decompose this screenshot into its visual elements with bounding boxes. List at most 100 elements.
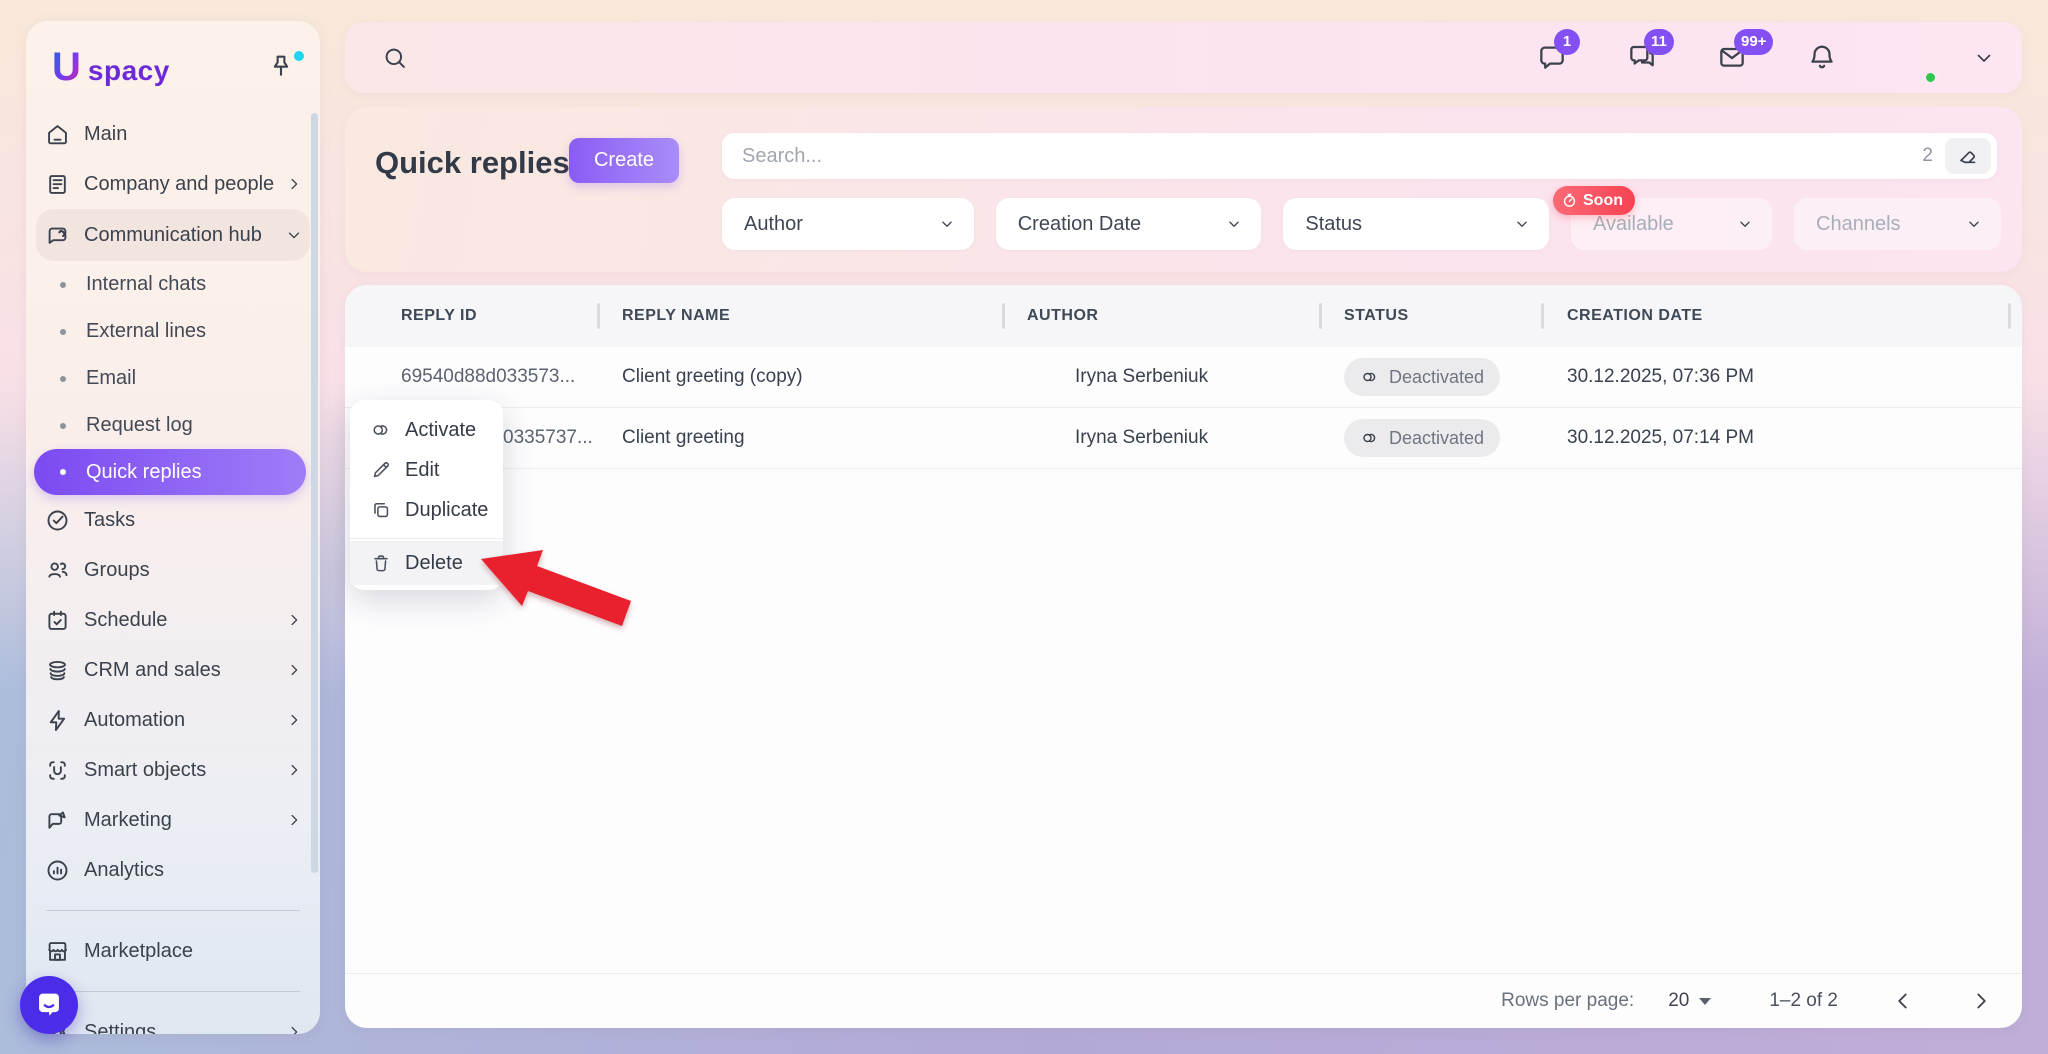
topbar: 1 11 99+ [345, 22, 2022, 93]
chevron-down-icon [938, 215, 956, 233]
bullet-icon [60, 376, 66, 382]
sidebar-item-label: External lines [86, 320, 206, 343]
quick-replies-header: Quick replies Create 2 Author Creation D… [345, 107, 2022, 272]
sidebar-item-analytics[interactable]: Analytics [26, 845, 320, 895]
filter-creation-date[interactable]: Creation Date [996, 198, 1262, 250]
creation-date-cell: 30.12.2025, 07:14 PM [1541, 427, 2018, 449]
author-avatar [1027, 420, 1063, 456]
uspacy-logo[interactable]: U spacy [52, 49, 300, 87]
sidebar-item-label: Internal chats [86, 273, 206, 296]
column-divider[interactable] [597, 303, 600, 329]
comments-button[interactable]: 1 [1536, 41, 1570, 75]
storefront-icon [44, 938, 71, 965]
sidebar-item-marketplace[interactable]: Marketplace [26, 926, 320, 976]
sidebar-subitem-quick-replies[interactable]: Quick replies [34, 449, 306, 495]
sidebar-subitem-request-log[interactable]: Request log [26, 402, 320, 449]
column-header-creation-date: Creation Date [1541, 307, 2018, 325]
bullet-icon [60, 329, 66, 335]
bullet-icon [60, 282, 66, 288]
sidebar: U spacy Main Company [26, 21, 320, 1034]
lightning-icon [44, 707, 71, 734]
context-menu-delete[interactable]: Delete [350, 541, 503, 585]
create-button[interactable]: Create [569, 138, 679, 183]
eraser-icon [1956, 144, 1980, 168]
context-menu-activate[interactable]: Activate [350, 410, 503, 450]
chats-badge: 11 [1644, 29, 1674, 55]
chevron-right-icon [284, 710, 304, 730]
context-menu-duplicate[interactable]: Duplicate [350, 490, 503, 530]
calendar-icon [44, 607, 71, 634]
search-field: 2 [722, 133, 1997, 179]
sidebar-item-marketing[interactable]: Marketing [26, 795, 320, 845]
rows-per-page-select[interactable]: 20 [1668, 990, 1711, 1012]
analytics-icon [44, 857, 71, 884]
previous-page-button[interactable] [1890, 988, 1916, 1014]
row-context-menu: Activate Edit Duplicate Delete [350, 400, 503, 590]
column-divider[interactable] [1002, 303, 1005, 329]
pin-sidebar-icon[interactable] [266, 51, 296, 81]
sidebar-item-company-and-people[interactable]: Company and people [26, 159, 320, 209]
context-menu-label: Delete [405, 552, 463, 575]
duplicate-icon [370, 499, 392, 521]
clear-filters-button[interactable] [1945, 138, 1991, 174]
sidebar-item-automation[interactable]: Automation [26, 695, 320, 745]
table-row[interactable]: 69540d88d033573... Client greeting (copy… [345, 347, 2022, 408]
global-search-icon[interactable] [381, 44, 409, 72]
status-label: Deactivated [1389, 367, 1484, 388]
pencil-icon [370, 459, 392, 481]
sidebar-item-label: Groups [84, 559, 304, 582]
filter-status[interactable]: Status [1283, 198, 1549, 250]
next-page-button[interactable] [1968, 988, 1994, 1014]
support-chat-button[interactable] [20, 976, 78, 1034]
filter-author[interactable]: Author [722, 198, 974, 250]
context-menu-label: Duplicate [405, 499, 488, 522]
sidebar-subitem-internal-chats[interactable]: Internal chats [26, 261, 320, 308]
creation-date-cell: 30.12.2025, 07:36 PM [1541, 366, 2018, 388]
sidebar-item-smart-objects[interactable]: Smart objects [26, 745, 320, 795]
sidebar-subitem-email[interactable]: Email [26, 355, 320, 402]
status-badge: Deactivated [1344, 419, 1500, 457]
quick-replies-table: Reply ID Reply name Author Status Creati… [345, 285, 2022, 1028]
filter-available: Soon Available [1571, 198, 1772, 250]
sidebar-item-label: Quick replies [86, 461, 202, 484]
sidebar-item-label: Company and people [84, 173, 284, 196]
column-divider[interactable] [2008, 303, 2011, 329]
column-divider[interactable] [1541, 303, 1544, 329]
sidebar-item-communication-hub[interactable]: Communication hub [36, 209, 310, 261]
filter-label: Available [1593, 213, 1674, 236]
bullet-icon [60, 423, 66, 429]
context-menu-edit[interactable]: Edit [350, 450, 503, 490]
table-row[interactable]: 0335737... Client greeting Iryna Serbeni… [345, 408, 2022, 469]
sidebar-item-main[interactable]: Main [26, 109, 320, 159]
sidebar-item-label: Request log [86, 414, 193, 437]
page-title: Quick replies [375, 145, 570, 181]
search-input[interactable] [722, 145, 1922, 168]
sidebar-item-groups[interactable]: Groups [26, 545, 320, 595]
author-cell: Iryna Serbeniuk [1002, 420, 1319, 456]
status-label: Deactivated [1389, 428, 1484, 449]
sidebar-divider [46, 910, 300, 911]
sidebar-item-label: Analytics [84, 859, 304, 882]
rows-per-page-value: 20 [1668, 990, 1689, 1012]
sidebar-item-crm-and-sales[interactable]: CRM and sales [26, 645, 320, 695]
column-divider[interactable] [1319, 303, 1322, 329]
mail-button[interactable]: 99+ [1716, 41, 1750, 75]
notifications-button[interactable] [1806, 41, 1840, 75]
toggle-icon [1360, 428, 1380, 448]
chevron-down-icon [284, 225, 304, 245]
tasks-icon [44, 507, 71, 534]
pagination-bar: Rows per page: 20 1–2 of 2 [345, 973, 2022, 1028]
sidebar-subitem-external-lines[interactable]: External lines [26, 308, 320, 355]
user-avatar[interactable] [1884, 31, 1938, 85]
groups-icon [44, 557, 71, 584]
mail-badge: 99+ [1734, 29, 1773, 55]
profile-chevron-down-icon[interactable] [1972, 46, 1996, 70]
online-status-dot [1923, 70, 1938, 85]
chats-button[interactable]: 11 [1626, 41, 1660, 75]
sidebar-item-schedule[interactable]: Schedule [26, 595, 320, 645]
toggle-icon [370, 419, 392, 441]
communication-hub-icon [44, 222, 71, 249]
sidebar-item-label: CRM and sales [84, 659, 284, 682]
soon-badge: Soon [1553, 186, 1635, 215]
sidebar-item-tasks[interactable]: Tasks [26, 495, 320, 545]
